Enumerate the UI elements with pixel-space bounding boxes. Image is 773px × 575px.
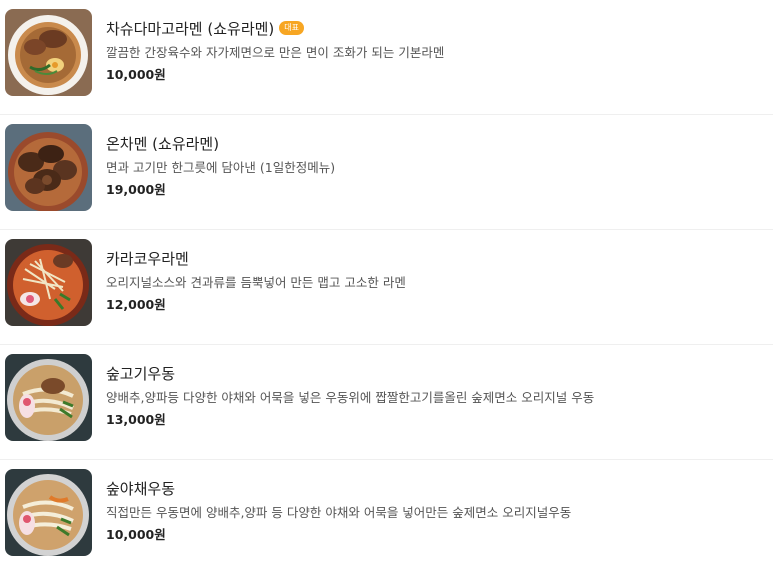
- menu-name: 숲고기우동: [106, 364, 176, 383]
- meat-udon-photo: [5, 354, 92, 441]
- menu-list: 차슈다마고라멘 (쇼유라멘) 대표 깔끔한 간장육수와 자가제면으로 만은 면이…: [0, 0, 773, 569]
- menu-name-row: 숲야채우동: [106, 476, 763, 500]
- menu-info: 온차멘 (쇼유라멘) 면과 고기만 한그릇에 담아낸 (1일한정메뉴) 19,0…: [106, 131, 763, 200]
- menu-info: 숲고기우동 양배추,양파등 다양한 야채와 어묵을 넣은 우동위에 짭짤한고기를…: [106, 361, 763, 430]
- menu-item[interactable]: 온차멘 (쇼유라멘) 면과 고기만 한그릇에 담아낸 (1일한정메뉴) 19,0…: [0, 115, 773, 230]
- menu-name: 차슈다마고라멘 (쇼유라멘): [106, 19, 275, 38]
- menu-price: 10,000원: [106, 527, 166, 542]
- menu-info: 차슈다마고라멘 (쇼유라멘) 대표 깔끔한 간장육수와 자가제면으로 만은 면이…: [106, 16, 763, 85]
- chashu-ramen-photo: [5, 124, 92, 211]
- menu-item[interactable]: 카라코우라멘 오리지널소스와 견과류를 듬뿍넣어 만든 맵고 고소한 라멘 12…: [0, 230, 773, 345]
- menu-price: 19,000원: [106, 182, 166, 197]
- menu-item[interactable]: 차슈다마고라멘 (쇼유라멘) 대표 깔끔한 간장육수와 자가제면으로 만은 면이…: [0, 0, 773, 115]
- menu-name-row: 온차멘 (쇼유라멘): [106, 131, 763, 155]
- ramen-photo: [5, 9, 92, 96]
- menu-price: 10,000원: [106, 67, 166, 82]
- menu-description: 직접만든 우동면에 양배추,양파 등 다양한 야채와 어묵을 넣어만든 숲제면소…: [106, 505, 572, 520]
- menu-name-row: 숲고기우동: [106, 361, 763, 385]
- menu-name: 숲야채우동: [106, 479, 176, 498]
- menu-description: 면과 고기만 한그릇에 담아낸 (1일한정메뉴): [106, 160, 336, 175]
- vegetable-udon-photo: [5, 469, 92, 556]
- signature-badge: 대표: [279, 21, 305, 35]
- menu-name: 온차멘 (쇼유라멘): [106, 134, 220, 153]
- menu-name: 카라코우라멘: [106, 249, 189, 268]
- menu-description: 양배추,양파등 다양한 야채와 어묵을 넣은 우동위에 짭짤한고기를올린 숲제면…: [106, 390, 595, 405]
- spicy-ramen-photo: [5, 239, 92, 326]
- menu-price: 13,000원: [106, 412, 166, 427]
- menu-info: 숲야채우동 직접만든 우동면에 양배추,양파 등 다양한 야채와 어묵을 넣어만…: [106, 476, 763, 545]
- menu-price: 12,000원: [106, 297, 166, 312]
- menu-name-row: 카라코우라멘: [106, 246, 763, 270]
- menu-description: 오리지널소스와 견과류를 듬뿍넣어 만든 맵고 고소한 라멘: [106, 275, 406, 290]
- menu-item[interactable]: 숲고기우동 양배추,양파등 다양한 야채와 어묵을 넣은 우동위에 짭짤한고기를…: [0, 345, 773, 460]
- menu-name-row: 차슈다마고라멘 (쇼유라멘) 대표: [106, 16, 763, 40]
- menu-info: 카라코우라멘 오리지널소스와 견과류를 듬뿍넣어 만든 맵고 고소한 라멘 12…: [106, 246, 763, 315]
- menu-item[interactable]: 숲야채우동 직접만든 우동면에 양배추,양파 등 다양한 야채와 어묵을 넣어만…: [0, 460, 773, 575]
- menu-description: 깔끔한 간장육수와 자가제면으로 만은 면이 조화가 되는 기본라멘: [106, 45, 445, 60]
